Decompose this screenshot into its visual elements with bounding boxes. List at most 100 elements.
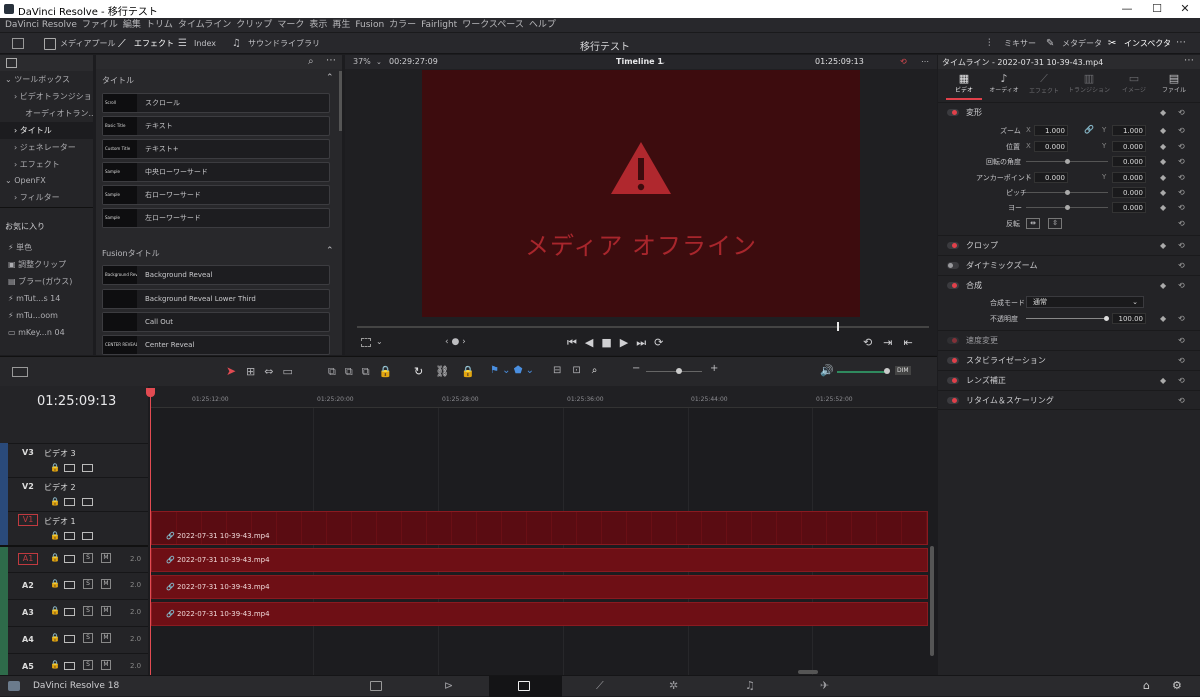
crop-section-header[interactable]: クロップ ◆ ⟲ bbox=[938, 235, 1200, 255]
reset-icon[interactable]: ⟲ bbox=[1178, 314, 1185, 323]
track-id-destination[interactable]: A1 bbox=[18, 553, 38, 565]
flip-horizontal-button[interactable]: ⇹ bbox=[1026, 218, 1040, 229]
prev-clip-icon[interactable]: ⇤ bbox=[903, 336, 923, 349]
reset-icon[interactable]: ⟲ bbox=[1178, 256, 1185, 276]
menu-item-fairlight[interactable]: Fairlight bbox=[421, 20, 457, 30]
replace-clip-icon[interactable]: ⧉ bbox=[362, 365, 379, 378]
track-name[interactable]: ビデオ 2 bbox=[44, 482, 76, 493]
zoom-slider-handle[interactable] bbox=[676, 368, 682, 374]
solo-button[interactable]: S bbox=[83, 553, 93, 563]
mute-button[interactable]: M bbox=[101, 579, 111, 589]
keyframe-icon[interactable]: ◆ bbox=[1160, 314, 1166, 323]
position-y-input[interactable]: 0.000 bbox=[1112, 141, 1146, 152]
play-reverse-icon[interactable]: ◀ bbox=[585, 336, 601, 349]
timeline-ruler[interactable]: 01:25:12:00 01:25:20:00 01:25:28:00 01:2… bbox=[150, 386, 937, 408]
mute-button[interactable]: M bbox=[101, 553, 111, 563]
zoom-y-input[interactable]: 1.000 bbox=[1112, 125, 1146, 136]
more-options-icon[interactable]: ⋯ bbox=[1184, 55, 1194, 66]
link-icon[interactable]: 🔗 bbox=[1084, 125, 1094, 134]
zoom-detail-icon[interactable]: ⊡ bbox=[572, 365, 591, 376]
speed-change-section-header[interactable]: 速度変更 ⟲ bbox=[938, 330, 1200, 350]
volume-icon[interactable]: 🔊 bbox=[820, 364, 834, 377]
opacity-input[interactable]: 100.00 bbox=[1112, 313, 1146, 324]
menu-item-fusion[interactable]: Fusion bbox=[355, 20, 384, 30]
mixer-button[interactable]: ⫶ ミキサー bbox=[988, 33, 1036, 55]
solo-button[interactable]: S bbox=[83, 579, 93, 589]
lens-correction-section-header[interactable]: レンズ補正 ◆ ⟲ bbox=[938, 370, 1200, 390]
reset-icon[interactable]: ⟲ bbox=[1178, 173, 1185, 182]
track-lock-icon[interactable]: 🔒 bbox=[50, 463, 60, 472]
mute-button[interactable]: M bbox=[101, 633, 111, 643]
keyframe-icon[interactable]: ◆ bbox=[1160, 203, 1166, 212]
enable-toggle[interactable] bbox=[947, 377, 959, 384]
track-name[interactable]: ビデオ 1 bbox=[44, 516, 76, 527]
opacity-slider[interactable] bbox=[1026, 318, 1108, 319]
reset-icon[interactable]: ⟲ bbox=[1178, 331, 1185, 351]
sync-icon[interactable]: ⟲ bbox=[900, 55, 907, 69]
tab-file[interactable]: ▤ ファイル bbox=[1154, 72, 1194, 94]
keyframe-icon[interactable]: ◆ bbox=[1160, 188, 1166, 197]
linked-selection-icon[interactable]: ⛓ bbox=[435, 365, 461, 378]
fusion-page-icon[interactable]: ⟋ bbox=[596, 679, 604, 693]
enable-toggle[interactable] bbox=[947, 337, 959, 344]
toolbox-item-selected[interactable]: › タイトル bbox=[0, 122, 93, 139]
keyframe-icon[interactable]: ◆ bbox=[1160, 103, 1166, 123]
favorite-item[interactable]: ▭ mKey...n 04 bbox=[0, 324, 93, 341]
reset-icon[interactable]: ⟲ bbox=[1178, 126, 1185, 135]
settings-gear-icon[interactable]: ⚙ bbox=[1172, 679, 1182, 692]
reset-icon[interactable]: ⟲ bbox=[1178, 276, 1185, 296]
home-icon[interactable]: ⌂ bbox=[1143, 679, 1150, 692]
timeline-dropdown-icon[interactable]: ⌄ bbox=[660, 55, 666, 69]
prev-next-edit-control[interactable]: ‹ ● › bbox=[445, 337, 466, 347]
auto-select-icon[interactable] bbox=[64, 555, 75, 563]
effect-tile[interactable]: Sample 左ローワーサード bbox=[102, 208, 330, 228]
snapping-icon[interactable]: ↻ bbox=[414, 365, 435, 378]
mute-button[interactable]: M bbox=[101, 606, 111, 616]
toolbox-item[interactable]: ⌄ ツールボックス bbox=[0, 71, 93, 88]
pitch-input[interactable]: 0.000 bbox=[1112, 187, 1146, 198]
enable-toggle[interactable] bbox=[947, 397, 959, 404]
video-clip[interactable]: 🔗 2022-07-31 10-39-43.mp4 bbox=[151, 511, 928, 545]
favorite-item[interactable]: ⚡ mTut...s 14 bbox=[0, 290, 93, 307]
mute-button[interactable]: M bbox=[101, 660, 111, 670]
volume-slider[interactable] bbox=[837, 371, 887, 373]
vertical-scrollbar[interactable] bbox=[930, 546, 934, 656]
zoom-out-icon[interactable]: − bbox=[632, 363, 640, 374]
menu-item-view[interactable]: 表示 bbox=[309, 20, 327, 30]
keyframe-icon[interactable]: ◆ bbox=[1160, 236, 1166, 256]
dim-button[interactable]: DIM bbox=[895, 366, 911, 375]
collapse-icon[interactable]: ⌃ bbox=[326, 73, 334, 83]
flag-icon[interactable]: ⚑ bbox=[490, 365, 499, 376]
effect-tile[interactable]: Basic Title テキスト bbox=[102, 116, 330, 136]
keyframe-icon[interactable]: ◆ bbox=[1160, 142, 1166, 151]
slider-handle[interactable] bbox=[1065, 205, 1070, 210]
enable-toggle[interactable] bbox=[947, 357, 959, 364]
slider-handle[interactable] bbox=[1065, 190, 1070, 195]
reset-icon[interactable]: ⟲ bbox=[1178, 236, 1185, 256]
auto-select-icon[interactable] bbox=[64, 635, 75, 643]
match-frame-icon[interactable]: ⟲ bbox=[863, 336, 883, 349]
zoom-x-input[interactable]: 1.000 bbox=[1034, 125, 1068, 136]
anchor-x-input[interactable]: 0.000 bbox=[1034, 172, 1068, 183]
reset-icon[interactable]: ⟲ bbox=[1178, 391, 1185, 411]
enable-toggle[interactable] bbox=[947, 242, 959, 249]
maximize-button[interactable]: ☐ bbox=[1142, 2, 1172, 16]
media-page-icon[interactable] bbox=[370, 681, 382, 691]
reset-icon[interactable]: ⟲ bbox=[1178, 103, 1185, 123]
fairlight-page-icon[interactable]: ♫ bbox=[745, 679, 755, 692]
zoom-custom-icon[interactable]: ⌕ bbox=[592, 365, 609, 376]
menu-item-workspace[interactable]: ワークスペース bbox=[462, 20, 524, 30]
zoom-fit-icon[interactable]: ⊟ bbox=[553, 365, 572, 376]
go-to-start-icon[interactable]: ⏮ bbox=[567, 336, 585, 349]
play-icon[interactable]: ▶ bbox=[620, 336, 636, 349]
effect-tile[interactable]: Custom Title テキスト+ bbox=[102, 139, 330, 159]
cut-page-icon[interactable]: ⊳ bbox=[444, 679, 453, 692]
rotation-input[interactable]: 0.000 bbox=[1112, 156, 1146, 167]
solo-button[interactable]: S bbox=[83, 633, 93, 643]
track-enable-icon[interactable] bbox=[82, 532, 93, 540]
track-lock-icon[interactable]: 🔒 bbox=[50, 660, 60, 669]
reset-icon[interactable]: ⟲ bbox=[1178, 142, 1185, 151]
effect-tile[interactable]: Background Reveal Background Reveal bbox=[102, 265, 330, 285]
enable-toggle[interactable] bbox=[947, 282, 959, 289]
tab-effects[interactable]: ⟋ エフェクト bbox=[1024, 72, 1064, 95]
